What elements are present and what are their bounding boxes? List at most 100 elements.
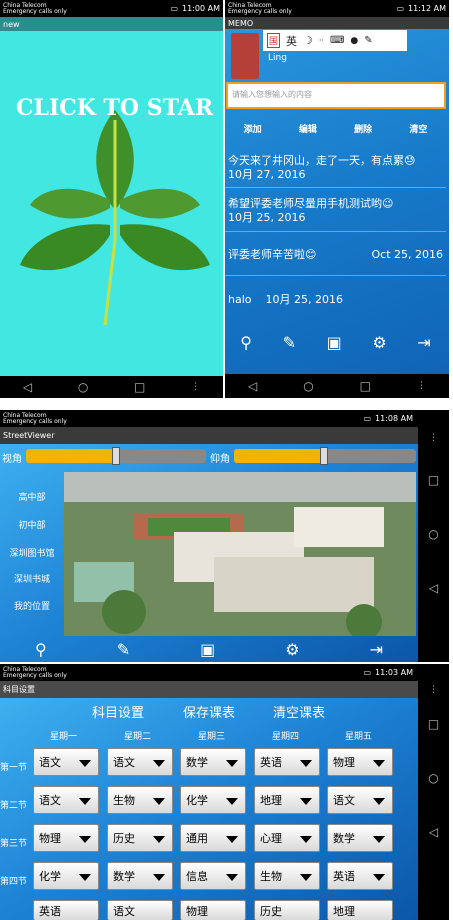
dropdown-arrow-icon [373, 874, 385, 881]
subject-select[interactable]: 英语 [33, 900, 99, 920]
ime-english-toggle[interactable]: 英 [286, 33, 297, 49]
subject-value: 信息 [186, 870, 208, 883]
recents-icon[interactable]: □ [418, 717, 449, 731]
pitch-thumb[interactable] [112, 447, 120, 465]
recents-icon[interactable]: □ [360, 379, 371, 393]
settings-icon[interactable]: ⚙ [372, 333, 386, 352]
back-icon[interactable]: ◁ [418, 825, 449, 839]
period-label: 第四节 [0, 877, 28, 887]
subject-select[interactable]: 语文 [107, 900, 173, 920]
side-nav-bar: ⋮ □ ○ ◁ [418, 427, 449, 662]
moon-icon[interactable]: ☽ [303, 34, 313, 47]
delete-button[interactable]: 删除 [354, 122, 372, 135]
place-button[interactable]: 深圳书城 [0, 572, 64, 585]
clear-schedule-button[interactable]: 清空课表 [273, 702, 325, 721]
edit-note-icon[interactable]: ✎ [117, 640, 130, 659]
calendar-icon[interactable]: ▣ [327, 333, 342, 352]
subject-select[interactable]: 英语 [327, 862, 393, 890]
memo-item[interactable]: 今天来了井冈山，走了一天，有点累😓 10月 27, 2016 [225, 148, 446, 188]
home-icon[interactable]: ○ [418, 527, 449, 541]
add-button[interactable]: 添加 [244, 122, 262, 135]
home-icon[interactable]: ○ [78, 380, 88, 394]
status-bar: China Telecom Emergency calls only ▭ 11:12… [225, 0, 449, 17]
more-icon[interactable]: ⋮ [417, 381, 426, 391]
settings-icon[interactable]: ⚙ [285, 640, 299, 659]
back-icon[interactable]: ◁ [418, 581, 449, 595]
subject-select[interactable]: 物理 [327, 748, 393, 776]
exit-icon[interactable]: ⇥ [370, 640, 383, 659]
place-button[interactable]: 初中部 [0, 518, 64, 531]
recents-icon[interactable]: □ [418, 473, 449, 487]
back-icon[interactable]: ◁ [23, 380, 32, 394]
clock: 11:08 AM [375, 414, 413, 423]
more-icon[interactable]: ⋮ [418, 433, 449, 443]
subject-value: 语文 [113, 756, 135, 769]
subject-select[interactable]: 心理 [254, 824, 320, 852]
app-titlebar: MEMO [225, 17, 449, 29]
subject-select[interactable]: 生物 [107, 786, 173, 814]
place-button[interactable]: 我的位置 [0, 599, 64, 612]
back-icon[interactable]: ◁ [248, 379, 257, 393]
memo-item[interactable]: 希望评委老师尽量用手机测试哟😉 10月 25, 2016 [225, 190, 446, 232]
leaf-illustration [20, 110, 210, 326]
user-icon[interactable]: ● [350, 36, 358, 46]
subject-select[interactable]: 生物 [254, 862, 320, 890]
status-bar: China Telecom Emergency calls only ▭ 11:03… [0, 664, 449, 681]
clear-button[interactable]: 清空 [409, 122, 427, 135]
subject-value: 通用 [186, 832, 208, 845]
recents-icon[interactable]: □ [134, 380, 145, 394]
keyboard-icon[interactable]: ⌨ [330, 35, 344, 46]
subject-select[interactable]: 数学 [180, 748, 246, 776]
subject-select[interactable]: 地理 [327, 900, 393, 920]
exit-icon[interactable]: ⇥ [417, 333, 430, 352]
memo-input[interactable]: 请输入您想输入的内容 [226, 82, 446, 109]
subject-value: 物理 [333, 756, 355, 769]
subject-select[interactable]: 历史 [107, 824, 173, 852]
subject-select[interactable]: 语文 [33, 748, 99, 776]
subject-select[interactable]: 地理 [254, 786, 320, 814]
home-icon[interactable]: ○ [303, 379, 313, 393]
street-view-image[interactable] [64, 472, 416, 636]
save-schedule-button[interactable]: 保存课表 [183, 702, 235, 721]
more-icon[interactable]: ⋮ [418, 685, 449, 695]
location-icon[interactable]: ⚲ [240, 333, 252, 352]
calendar-icon[interactable]: ▣ [200, 640, 215, 659]
pitch-slider[interactable] [26, 447, 206, 465]
day-header: 星期五 [345, 732, 373, 742]
click-to-start-button[interactable]: CLICK TO STAR [16, 95, 213, 121]
subject-settings-button[interactable]: 科目设置 [92, 702, 144, 721]
location-icon[interactable]: ⚲ [35, 640, 47, 659]
subject-select[interactable]: 语文 [107, 748, 173, 776]
memo-item[interactable]: 评委老师辛苦啦😊 Oct 25, 2016 [225, 234, 446, 276]
home-icon[interactable]: ○ [418, 771, 449, 785]
main-area: 科目设置 保存课表 清空课表 星期一 星期二 星期三 星期四 星期五 第一节 第… [0, 698, 418, 920]
subject-select[interactable]: 数学 [107, 862, 173, 890]
dropdown-arrow-icon [226, 760, 238, 767]
more-icon[interactable]: ⋮ [191, 382, 200, 392]
subject-select[interactable]: 化学 [33, 862, 99, 890]
ime-chinese-icon[interactable]: 国 [267, 33, 281, 48]
subject-select[interactable]: 信息 [180, 862, 246, 890]
place-button[interactable]: 深圳图书馆 [0, 546, 64, 559]
subject-select[interactable]: 英语 [254, 748, 320, 776]
subject-select[interactable]: 物理 [180, 900, 246, 920]
memo-item[interactable]: halo 10月 25, 2016 [225, 280, 446, 320]
page-title: StreetViewer [3, 431, 55, 440]
memo-text: halo [228, 293, 252, 306]
subject-select[interactable]: 历史 [254, 900, 320, 920]
place-button[interactable]: 高中部 [0, 490, 64, 503]
subject-select[interactable]: 物理 [33, 824, 99, 852]
subject-select[interactable]: 化学 [180, 786, 246, 814]
elevation-slider[interactable] [234, 447, 416, 465]
emergency-label: Emergency calls only [3, 417, 67, 425]
elevation-thumb[interactable] [320, 447, 328, 465]
edit-button[interactable]: 编辑 [299, 122, 317, 135]
subject-select[interactable]: 语文 [33, 786, 99, 814]
wrench-icon[interactable]: ✎ [364, 35, 372, 46]
subject-select[interactable]: 语文 [327, 786, 393, 814]
edit-note-icon[interactable]: ✎ [283, 333, 296, 352]
subject-select[interactable]: 通用 [180, 824, 246, 852]
emergency-label: Emergency calls only [228, 7, 292, 15]
subject-select[interactable]: 数学 [327, 824, 393, 852]
clock: 11:12 AM [408, 4, 446, 13]
